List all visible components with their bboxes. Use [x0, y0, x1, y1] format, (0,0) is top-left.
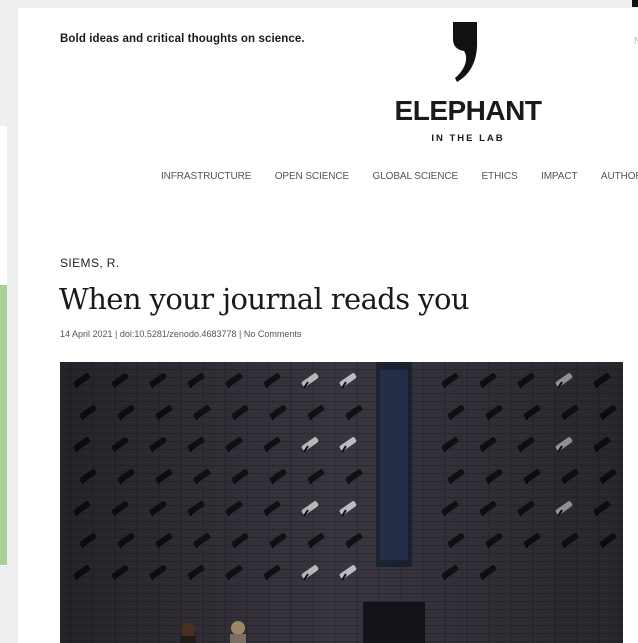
nav-item-global-science[interactable]: GLOBAL SCIENCE — [373, 171, 459, 182]
surveillance-cameras-wall-image — [60, 362, 623, 643]
logo-wordmark: ELEPHANT — [394, 95, 542, 126]
vignette — [60, 362, 623, 643]
logo-subtitle: IN THE LAB — [431, 133, 505, 144]
nav-item-impact[interactable]: IMPACT — [541, 171, 578, 182]
page-container: Bold ideas and critical thoughts on scie… — [18, 8, 638, 643]
nav-item-authorship[interactable]: AUTHORSH — [601, 171, 638, 182]
header-corner-text: N — [634, 36, 638, 47]
top-right-marker — [632, 0, 638, 7]
left-accent-bar — [0, 285, 7, 565]
nav-item-open-science[interactable]: OPEN SCIENCE — [275, 171, 349, 182]
nav-item-ethics[interactable]: ETHICS — [481, 171, 517, 182]
nav-item-infrastructure[interactable]: INFRASTRUCTURE — [161, 171, 251, 182]
site-tagline: Bold ideas and critical thoughts on scie… — [60, 33, 305, 45]
site-logo[interactable]: ELEPHANT IN THE LAB — [388, 22, 548, 152]
article-meta: 14 April 2021 | doi:10.5281/zenodo.46837… — [60, 329, 302, 339]
comma-mark-icon — [453, 22, 478, 82]
article-hero-image — [60, 362, 623, 643]
article-author[interactable]: SIEMS, R. — [60, 256, 120, 270]
article-title: When your journal reads you — [59, 282, 470, 316]
main-navigation: INFRASTRUCTURE OPEN SCIENCE GLOBAL SCIEN… — [161, 166, 638, 184]
